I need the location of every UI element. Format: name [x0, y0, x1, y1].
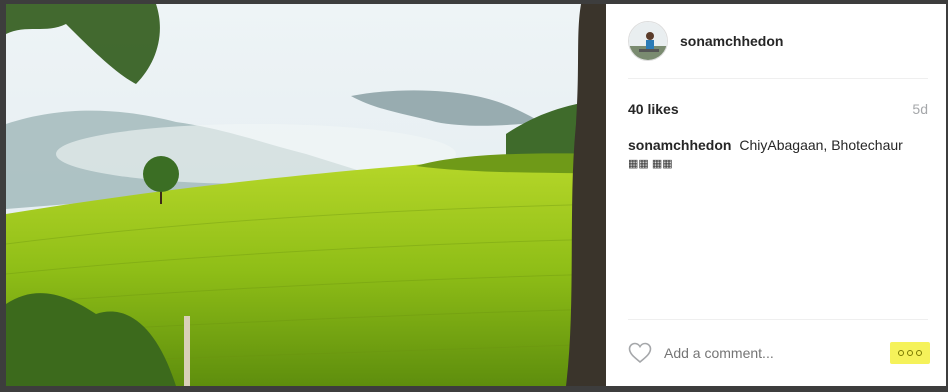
- caption: sonamchhedon ChiyAbagaan, Bhotechaur ▦▦ …: [628, 137, 928, 173]
- comment-input[interactable]: [664, 345, 890, 361]
- dot-icon: [898, 350, 904, 356]
- avatar[interactable]: [628, 21, 668, 61]
- caption-emoji: ▦▦ ▦▦: [628, 158, 673, 170]
- caption-text: ChiyAbagaan, Bhotechaur: [739, 137, 903, 153]
- avatar-image: [629, 22, 667, 60]
- dot-icon: [916, 350, 922, 356]
- dot-icon: [907, 350, 913, 356]
- caption-username[interactable]: sonamchhedon: [628, 137, 731, 153]
- post-header: sonamchhedon: [628, 4, 928, 79]
- post-card: sonamchhedon 40 likes 5d sonamchhedon Ch…: [6, 4, 946, 386]
- post-details: sonamchhedon 40 likes 5d sonamchhedon Ch…: [606, 4, 946, 386]
- likes-count[interactable]: 40 likes: [628, 101, 679, 117]
- heart-outline-icon[interactable]: [628, 342, 652, 364]
- tea-garden-image: [6, 4, 606, 386]
- ellipsis-icon[interactable]: [890, 342, 930, 364]
- comment-bar: [628, 319, 930, 386]
- username-link[interactable]: sonamchhedon: [680, 33, 783, 49]
- post-meta: 40 likes 5d: [628, 79, 928, 117]
- post-age[interactable]: 5d: [912, 101, 928, 117]
- post-photo[interactable]: [6, 4, 606, 386]
